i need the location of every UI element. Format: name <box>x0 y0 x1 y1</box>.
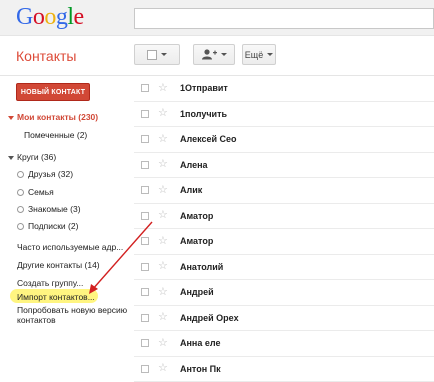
circle-icon <box>17 171 24 179</box>
add-person-icon <box>202 49 217 60</box>
sidebar-item-import[interactable]: Импорт контактов... <box>17 292 95 302</box>
list-item[interactable]: ☆ Анна еле <box>134 331 434 357</box>
triangle-down-icon <box>8 115 14 120</box>
star-icon[interactable]: ☆ <box>158 312 168 323</box>
star-icon[interactable]: ☆ <box>158 286 168 298</box>
row-checkbox[interactable] <box>141 109 149 118</box>
row-checkbox[interactable] <box>141 135 149 144</box>
top-bar: Google <box>0 0 434 36</box>
row-checkbox[interactable] <box>141 160 149 169</box>
row-checkbox[interactable] <box>141 339 149 348</box>
row-checkbox[interactable] <box>141 237 149 246</box>
star-icon[interactable]: ☆ <box>158 159 168 170</box>
logo-letter: G <box>16 4 33 30</box>
contact-name: 1получить <box>180 108 228 119</box>
list-item[interactable]: ☆ Анатолий <box>134 255 434 280</box>
more-label: Ещё <box>244 49 264 60</box>
row-checkbox[interactable] <box>141 84 149 93</box>
star-icon[interactable]: ☆ <box>158 363 168 374</box>
list-item[interactable]: ☆ Алик <box>134 178 434 204</box>
list-item[interactable]: ☆ Антон Пк <box>134 357 434 382</box>
checkbox-icon <box>147 49 157 60</box>
add-to-circles-button[interactable] <box>193 44 235 65</box>
triangle-down-icon <box>8 155 14 160</box>
sidebar-item-create-group[interactable]: Создать группу... <box>17 278 83 288</box>
logo-letter: o <box>32 4 45 30</box>
list-item[interactable]: ☆ Андрей Орех <box>134 306 434 331</box>
star-icon[interactable]: ☆ <box>158 82 168 94</box>
chevron-down-icon <box>221 53 227 56</box>
logo-letter: e <box>73 4 85 30</box>
logo-letter: g <box>55 4 68 30</box>
sidebar-label: Семья <box>28 187 54 197</box>
circle-icon <box>17 223 24 231</box>
select-all-button[interactable] <box>134 44 180 65</box>
try-new-line-1: Попробовать новую версию <box>17 305 128 315</box>
list-item[interactable]: ☆ Алексей Сео <box>134 127 434 153</box>
list-item[interactable]: ☆ 1получить <box>134 102 434 127</box>
sidebar-label: Мои контакты (230) <box>17 112 99 122</box>
row-checkbox[interactable] <box>141 186 149 195</box>
sidebar-label: Знакомые (3) <box>28 204 81 214</box>
sidebar-item-frequent[interactable]: Часто используемые адр... <box>17 242 123 252</box>
sidebar-item-starred[interactable]: Помеченные (2) <box>24 130 87 140</box>
star-icon[interactable]: ☆ <box>158 337 168 349</box>
try-new-line-2: контактов <box>17 315 56 325</box>
circle-icon <box>17 189 24 197</box>
star-icon[interactable]: ☆ <box>158 235 168 247</box>
list-item[interactable]: ☆ Андрей <box>134 280 434 306</box>
contact-name: Андрей Орех <box>180 312 239 323</box>
list-item[interactable]: ☆ 1Отправит <box>134 76 434 102</box>
sidebar-label: Круги (36) <box>17 152 57 162</box>
sidebar-label: Друзья (32) <box>28 169 74 179</box>
contact-name: Анатолий <box>180 261 224 272</box>
app-title[interactable]: Контакты <box>16 48 76 64</box>
search-input[interactable] <box>134 8 434 29</box>
sidebar-item-acquaintances[interactable]: Знакомые (3) <box>17 204 81 214</box>
star-icon[interactable]: ☆ <box>158 261 168 272</box>
sidebar-item-my-contacts[interactable]: Мои контакты (230) <box>8 112 98 122</box>
sidebar-item-circles[interactable]: Круги (36) <box>8 152 56 162</box>
contact-name: Алена <box>180 159 208 170</box>
contact-name: Андрей <box>180 287 214 298</box>
list-item[interactable]: ☆ Аматор <box>134 229 434 255</box>
sidebar-item-other[interactable]: Другие контакты (14) <box>17 260 100 270</box>
row-checkbox[interactable] <box>141 364 149 373</box>
circle-icon <box>17 206 24 214</box>
row-checkbox[interactable] <box>141 288 149 297</box>
contact-name: 1Отправит <box>180 83 228 94</box>
star-icon[interactable]: ☆ <box>158 210 168 221</box>
star-icon[interactable]: ☆ <box>158 133 168 145</box>
logo-letter: o <box>44 4 56 30</box>
row-checkbox[interactable] <box>141 211 149 220</box>
contact-name: Аматор <box>180 210 214 221</box>
more-button[interactable]: Ещё <box>242 44 276 65</box>
contact-name: Аматор <box>180 236 214 247</box>
list-item[interactable]: ☆ Аматор <box>134 204 434 229</box>
google-logo[interactable]: Google <box>16 4 84 31</box>
contact-name: Алексей Сео <box>180 134 237 145</box>
contact-name: Анна еле <box>180 338 221 349</box>
sub-header: Контакты Ещё <box>0 36 434 76</box>
sidebar-label: Подписки (2) <box>28 221 79 231</box>
sidebar-item-friends[interactable]: Друзья (32) <box>17 169 73 179</box>
star-icon[interactable]: ☆ <box>158 108 168 119</box>
list-item[interactable]: ☆ Алена <box>134 153 434 178</box>
star-icon[interactable]: ☆ <box>158 184 168 196</box>
contact-name: Антон Пк <box>180 363 221 374</box>
contact-name: Алик <box>180 185 203 196</box>
chevron-down-icon <box>161 53 167 56</box>
row-checkbox[interactable] <box>141 262 149 271</box>
chevron-down-icon <box>267 53 274 56</box>
new-contact-button[interactable]: НОВЫЙ КОНТАКТ <box>16 83 90 101</box>
row-checkbox[interactable] <box>141 313 149 322</box>
sidebar-item-following[interactable]: Подписки (2) <box>17 221 78 231</box>
sidebar-item-try-new[interactable]: Попробовать новую версию контактов <box>17 305 127 325</box>
sidebar-item-family[interactable]: Семья <box>17 187 54 197</box>
